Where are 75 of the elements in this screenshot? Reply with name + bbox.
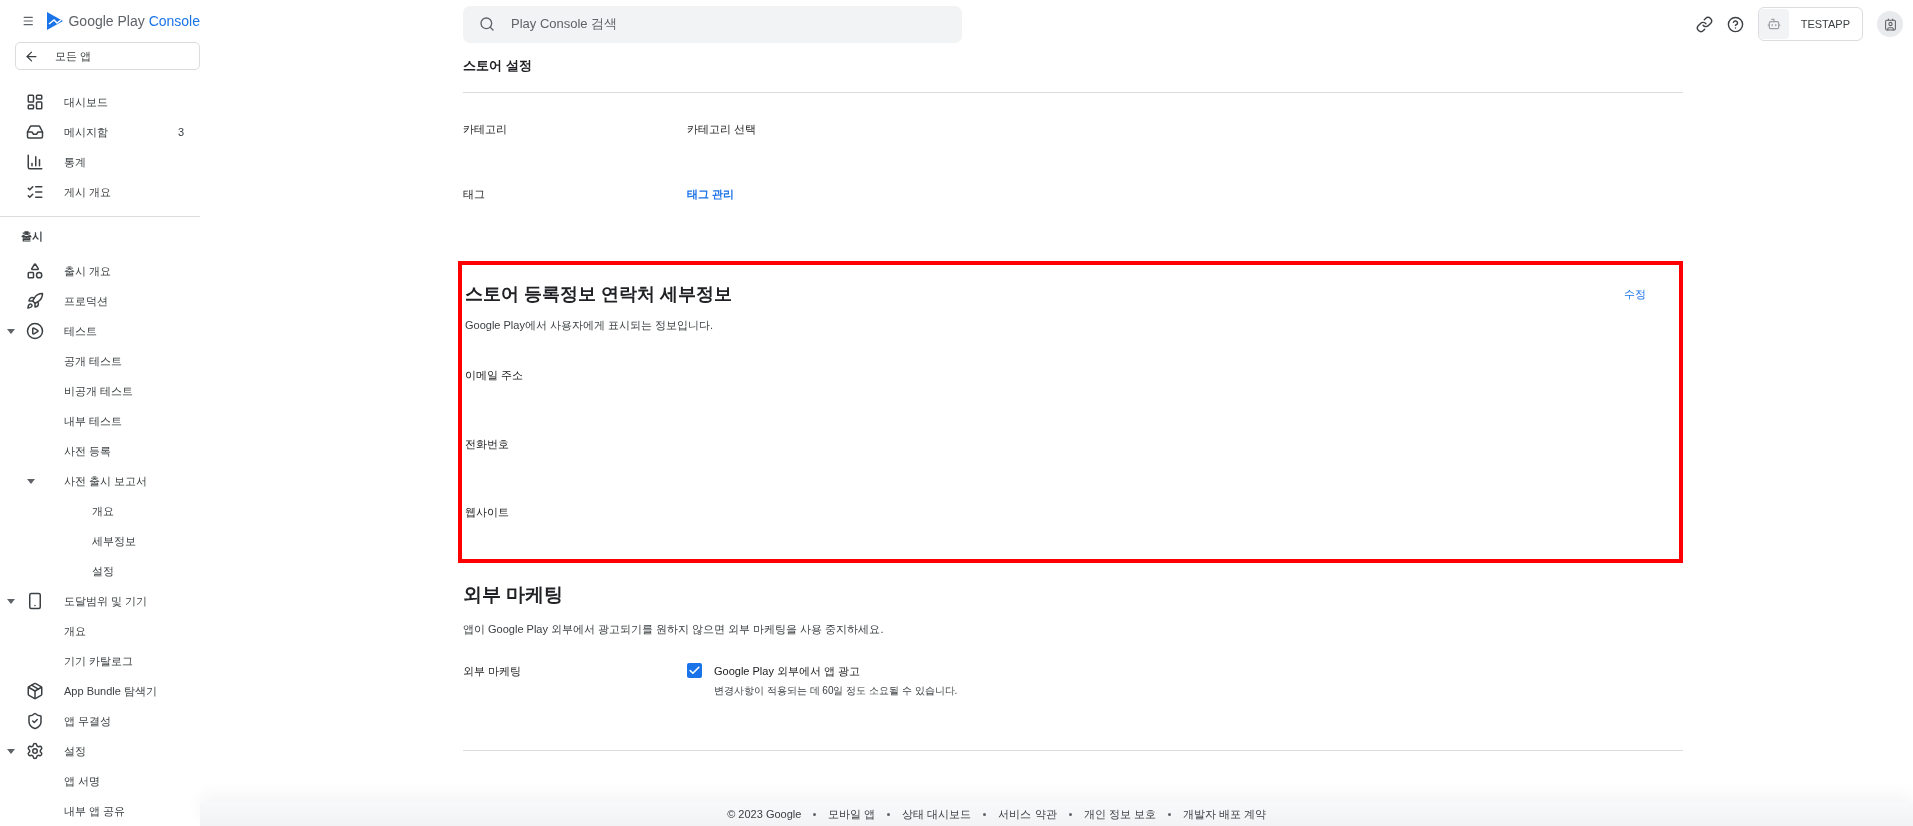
footer-link[interactable]: 개발자 배포 계약 xyxy=(1182,805,1266,823)
nav-item[interactable]: 사전 등록 xyxy=(46,442,112,460)
manage-tags-link[interactable]: 태그 관리 xyxy=(687,185,735,202)
unread-count: 3 xyxy=(177,124,184,140)
check-icon xyxy=(688,663,701,677)
nav-item[interactable]: 세부정보 xyxy=(74,532,136,550)
section-heading: 외부 마케팅 xyxy=(463,582,565,607)
back-arrow-icon xyxy=(24,48,39,64)
field-label: 이메일 주소 xyxy=(465,369,524,381)
search-field[interactable]: Play Console 검색 xyxy=(463,5,962,43)
nav-item[interactable]: 개요 xyxy=(74,502,114,520)
checkbox[interactable] xyxy=(687,662,702,678)
nav-item[interactable]: 내부 앱 공유 xyxy=(46,802,126,820)
badge-icon xyxy=(1883,17,1897,31)
nav-item[interactable]: 설정 xyxy=(74,562,114,580)
link-icon[interactable] xyxy=(1695,15,1713,33)
caret-icon[interactable] xyxy=(6,746,16,756)
field-label: 전화번호 xyxy=(465,437,509,450)
copyright-text: © 2023 Google xyxy=(727,806,802,822)
nav-item[interactable]: 비공개 테스트 xyxy=(46,382,134,400)
caret-icon[interactable] xyxy=(26,476,36,486)
search-input[interactable]: Play Console 검색 xyxy=(511,14,962,34)
section-description: 앱이 Google Play 외부에서 광고되기를 원하지 않으면 외부 마케팅을 사용 중지하세요. xyxy=(463,622,885,637)
dashboard-icon xyxy=(26,93,44,112)
account-avatar[interactable] xyxy=(1877,11,1903,37)
nav-item[interactable]: 공개 테스트 xyxy=(46,352,123,370)
app-selector[interactable]: TESTAPP xyxy=(1757,7,1863,41)
nav-item[interactable]: 내부 테스트 xyxy=(46,412,123,430)
section-title: 출시 xyxy=(21,229,43,245)
nav-item[interactable]: 도달범위 및 기기 xyxy=(64,592,148,610)
footer-link[interactable]: 개인 정보 보호 xyxy=(1083,805,1156,823)
nav-item[interactable]: 프로덕션 xyxy=(64,292,108,310)
bar-chart-icon xyxy=(26,153,44,172)
caret-icon[interactable] xyxy=(6,326,16,336)
footer-link[interactable]: 서비스 약관 xyxy=(998,805,1057,823)
nav-item[interactable]: 앱 무결성 xyxy=(64,712,112,730)
nav-item[interactable]: 출시 개요 xyxy=(64,262,112,280)
nav-item[interactable]: 개요 xyxy=(46,622,86,640)
all-apps-button[interactable]: 모든 앱 xyxy=(15,42,200,71)
play-logo-icon xyxy=(46,11,65,32)
edit-link[interactable]: 수정 xyxy=(1624,285,1646,303)
package-icon xyxy=(26,682,44,700)
field-label: 태그 xyxy=(463,186,486,202)
nav-item[interactable]: 사전 출시 보고서 xyxy=(46,472,148,490)
play-circle-icon xyxy=(26,322,44,340)
footer-link[interactable]: 모바일 앱 xyxy=(828,805,876,823)
section-description: Google Play에서 사용자에게 표시되는 정보입니다. xyxy=(465,317,715,333)
shapes-icon xyxy=(26,262,44,280)
checkbox-label[interactable]: Google Play 외부에서 앱 광고 xyxy=(714,662,958,679)
nav-item[interactable]: App Bundle 탐색기 xyxy=(64,682,157,700)
section-heading: 스토어 설정 xyxy=(463,57,533,75)
field-label: 카테고리 xyxy=(463,121,508,137)
field-label: 외부 마케팅 xyxy=(463,663,523,679)
inbox-icon xyxy=(26,123,44,142)
nav-item[interactable]: 통계 xyxy=(64,153,86,171)
nav-item[interactable]: 메시지함 xyxy=(64,123,108,141)
settings-icon xyxy=(26,742,44,760)
footer-link[interactable]: 상태 대시보드 xyxy=(902,805,972,823)
search-icon xyxy=(479,16,495,32)
phone-icon xyxy=(26,592,44,610)
nav-item[interactable]: 설정 xyxy=(64,742,86,760)
help-icon[interactable] xyxy=(1726,15,1744,33)
helper-text: 변경사항이 적용되는 데 60일 정도 소요될 수 있습니다. xyxy=(714,684,958,698)
shield-icon xyxy=(26,712,44,730)
nav-item[interactable]: 대시보드 xyxy=(64,93,108,111)
nav-item[interactable]: 기기 카탈로그 xyxy=(46,652,134,670)
brand-name: Google Play Console xyxy=(68,11,200,31)
field-value: 카테고리 선택 xyxy=(687,121,757,137)
nav-item[interactable]: 테스트 xyxy=(64,322,97,340)
nav-item[interactable]: 앱 서명 xyxy=(46,772,101,790)
field-label: 웹사이트 xyxy=(465,506,509,518)
caret-icon[interactable] xyxy=(6,596,16,606)
nav-item[interactable]: 게시 개요 xyxy=(64,183,112,201)
section-heading: 스토어 등록정보 연락처 세부정보 xyxy=(465,282,732,306)
rocket-icon xyxy=(26,292,44,310)
